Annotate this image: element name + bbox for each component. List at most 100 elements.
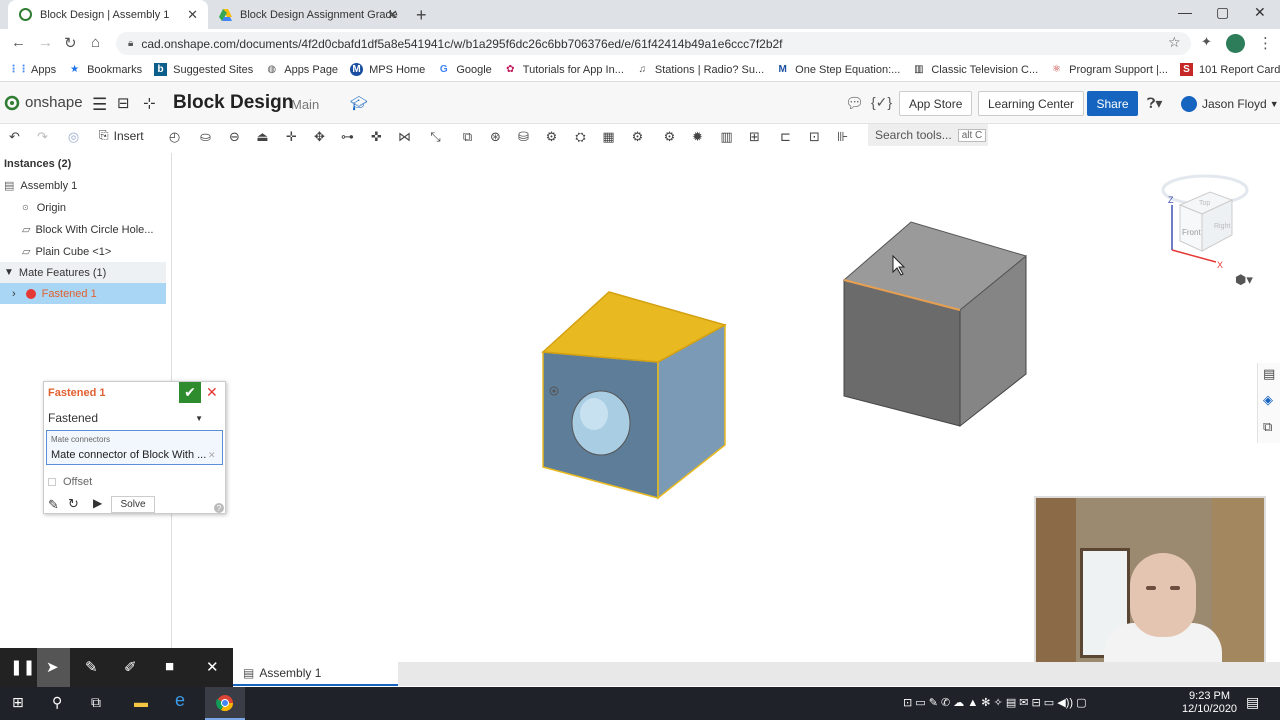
tangent-mate-icon[interactable]: ⤡	[427, 128, 444, 145]
bookmark-stations[interactable]: ♫ Stations | Radio? Su...	[636, 63, 765, 76]
menu-icon[interactable]: ☰	[92, 95, 107, 115]
appearance-icon[interactable]: ◈	[1263, 392, 1273, 408]
pattern-icon[interactable]: ⚙	[661, 128, 678, 145]
learning-center-button[interactable]: Learning Center	[978, 91, 1085, 116]
view-cube[interactable]: Z X Top Front Right	[1150, 165, 1260, 275]
bookmark-apps-page[interactable]: ◍ Apps Page	[265, 63, 338, 76]
notifications-icon[interactable]: ▤	[1246, 694, 1259, 711]
mirror-icon[interactable]: ▥	[718, 128, 735, 145]
highlighter-icon[interactable]: ✐	[124, 658, 137, 676]
close-tab-icon[interactable]: ✕	[387, 7, 398, 23]
chrome-taskbar-button[interactable]	[205, 687, 245, 720]
mate-features-header[interactable]: ▼ Mate Features (1)	[0, 262, 166, 283]
reorient-icon[interactable]: ↻	[68, 496, 79, 512]
redo-icon[interactable]: ↷	[34, 128, 51, 145]
bookmark-star-icon[interactable]: ☆	[1168, 34, 1181, 51]
clock[interactable]: 9:23 PM 12/10/2020	[1182, 690, 1237, 716]
ball-mate-icon[interactable]: ✜	[368, 128, 385, 145]
bookmark-mps-home[interactable]: M MPS Home	[350, 63, 425, 76]
gear-relation-icon[interactable]: ⚙	[543, 128, 560, 145]
close-window-icon[interactable]: ✕	[1254, 4, 1266, 21]
edge-icon[interactable]: e	[175, 690, 185, 711]
replicate-icon[interactable]: ✹	[689, 128, 706, 145]
webcam-toggle-icon[interactable]: ■	[165, 658, 174, 675]
screw-relation-icon[interactable]: ▦	[600, 128, 617, 145]
insert-button[interactable]: ⎘ Insert	[99, 128, 144, 143]
pen-icon[interactable]: ✎	[85, 658, 98, 676]
linear-relation-icon[interactable]: ⚙	[629, 128, 646, 145]
bookmark-program-support[interactable]: ⚛ Program Support |...	[1050, 63, 1168, 76]
url-bar[interactable]: 🔒︎ cad.onshape.com/documents/4f2d0cbafd1…	[116, 32, 1191, 55]
relation-icon[interactable]: ⛁	[515, 128, 532, 145]
regenerate-icon[interactable]: ◎	[65, 128, 82, 145]
workspace-label[interactable]: Main	[291, 97, 319, 112]
rack-pinion-icon[interactable]: ⛭	[572, 128, 589, 145]
search-icon[interactable]: ⚲	[52, 694, 62, 711]
view-cube-top-label[interactable]: Top	[1199, 200, 1210, 207]
bookmark-report-card[interactable]: S101 Report Card Co...	[1179, 63, 1280, 76]
tree-item-fastened[interactable]: › Fastened 1	[0, 283, 166, 304]
mate-values-icon[interactable]: ⧉	[1263, 419, 1272, 435]
app-store-button[interactable]: App Store	[899, 91, 973, 116]
file-explorer-icon[interactable]: ▬	[134, 694, 148, 710]
comment-icon[interactable]: 💬︎	[845, 94, 864, 112]
measure-icon[interactable]: ⊪	[834, 128, 851, 145]
pencil-direction-icon[interactable]: ✎	[48, 497, 59, 513]
pin-slot-mate-icon[interactable]: ⊶	[339, 128, 356, 145]
reload-icon[interactable]: ↻	[64, 34, 77, 52]
extensions-icon[interactable]: ✦	[1201, 34, 1212, 50]
tree-item-plain-cube[interactable]: ▱ Plain Cube <1>	[22, 241, 111, 262]
mate-connector-icon[interactable]: ⊛	[487, 128, 504, 145]
windows-start-icon[interactable]: ⊞	[12, 694, 24, 711]
search-tools-input[interactable]: Search tools... alt C	[868, 124, 988, 146]
share-button[interactable]: Share	[1087, 91, 1138, 116]
bookmark-apps[interactable]: ⋮⋮ Apps	[9, 63, 57, 76]
undo-icon[interactable]: ↶	[6, 128, 23, 145]
new-tab-icon[interactable]: +	[416, 5, 427, 26]
named-positions-icon[interactable]: ⊡	[806, 128, 823, 145]
browser-tab-active[interactable]: Block Design | Assembly 1 ✕	[8, 0, 208, 29]
tree-item-origin[interactable]: ⊙ Origin	[22, 197, 66, 218]
tree-item-assembly[interactable]: ▤ Assembly 1	[4, 175, 77, 196]
featurescript-icon[interactable]: {✓}	[871, 94, 892, 111]
display-mode-icon[interactable]: ⬢▾	[1235, 272, 1253, 288]
revolute-mate-icon[interactable]: ⊖	[226, 128, 243, 145]
bookmark-suggested-sites[interactable]: b Suggested Sites	[154, 63, 253, 76]
close-tab-icon[interactable]: ✕	[187, 7, 198, 23]
offset-checkbox[interactable]: Offset	[48, 476, 92, 488]
tree-item-block-with-hole[interactable]: ▱ Block With Circle Hole...	[22, 219, 153, 240]
slider-mate-icon[interactable]: ⏏	[254, 128, 271, 145]
play-animate-icon[interactable]: ▶	[93, 496, 102, 510]
maximize-icon[interactable]: ▢	[1216, 4, 1229, 21]
back-icon[interactable]: ←	[11, 34, 26, 51]
history-icon[interactable]: ◴	[166, 128, 183, 145]
explode-view-icon[interactable]: ⊏	[777, 128, 794, 145]
onshape-logo[interactable]: onshape	[4, 94, 83, 111]
properties-icon[interactable]: ▤	[1263, 366, 1275, 382]
filter-list-icon[interactable]: ⊟	[117, 94, 130, 112]
plain-cube[interactable]	[842, 221, 1028, 428]
browser-tab[interactable]: Block Design Assignment Grade ✕	[208, 0, 408, 29]
task-view-icon[interactable]: ⧉	[91, 694, 101, 711]
tab-assembly[interactable]: ▤ Assembly 1	[233, 662, 398, 686]
user-menu[interactable]: Jason Floyd ▼	[1181, 96, 1279, 112]
pause-icon[interactable]: ❚❚	[10, 658, 35, 676]
tools-fastened-mate-icon[interactable]: ⛀	[197, 128, 214, 145]
solve-button[interactable]: Solve	[111, 496, 155, 513]
education-cap-icon[interactable]: 🎓︎	[350, 95, 368, 112]
document-title[interactable]: Block Design	[173, 92, 293, 114]
cylindrical-mate-icon[interactable]: ✥	[311, 128, 328, 145]
bom-icon[interactable]: ⊞	[746, 128, 763, 145]
view-cube-right-label[interactable]: Right	[1214, 223, 1230, 230]
add-tree-icon[interactable]: ⊹	[143, 94, 156, 112]
view-cube-front-label[interactable]: Front	[1182, 228, 1201, 237]
pointer-icon[interactable]: ➤	[46, 658, 59, 676]
bookmark-classic-tv[interactable]: ▥ Classic Television C...	[912, 63, 1038, 76]
bookmark-bookmarks[interactable]: ★ Bookmarks	[68, 63, 142, 76]
chrome-menu-icon[interactable]: ⋮	[1258, 34, 1273, 52]
group-icon[interactable]: ⧉	[459, 128, 476, 145]
help-icon[interactable]: ❓︎▾	[1147, 95, 1162, 112]
bookmark-tutorials[interactable]: ✿ Tutorials for App In...	[504, 63, 624, 76]
bookmark-one-step[interactable]: M One Step Equation:...	[776, 63, 900, 76]
close-recording-icon[interactable]: ✕	[206, 658, 219, 676]
